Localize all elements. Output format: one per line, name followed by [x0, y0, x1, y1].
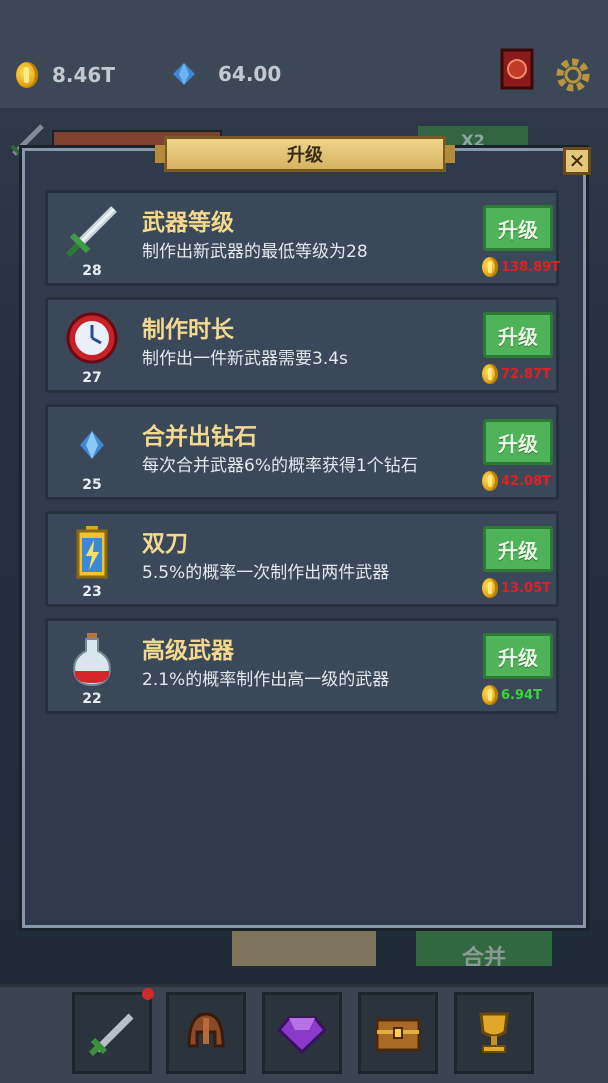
- gem-icon: [276, 1016, 328, 1055]
- close-button[interactable]: ✕: [563, 147, 591, 175]
- coin-icon: [16, 62, 38, 88]
- coin-icon: [482, 578, 498, 598]
- coin-icon: [482, 364, 498, 384]
- notification-dot: [142, 988, 154, 1000]
- upgrade-row-weapon-level: 28 武器等级 制作出新武器的最低等级为28 升级 138.89T: [45, 190, 560, 286]
- upgrade-name: 双刀: [142, 531, 188, 557]
- upgrade-desc: 5.5%的概率一次制作出两件武器: [142, 563, 390, 583]
- upgrade-button[interactable]: 升级: [483, 633, 553, 679]
- helmet-icon: [187, 1012, 225, 1048]
- sword-icon: [62, 201, 122, 261]
- upgrade-desc: 制作出新武器的最低等级为28: [142, 242, 368, 262]
- upgrade-name: 高级武器: [142, 638, 234, 664]
- upgrade-button[interactable]: 升级: [483, 205, 553, 251]
- upgrade-button[interactable]: 升级: [483, 526, 553, 572]
- upgrade-level: 27: [82, 370, 102, 386]
- dialog-title: 升级: [155, 136, 455, 172]
- upgrade-desc: 制作出一件新武器需要3.4s: [142, 349, 348, 369]
- close-icon: ✕: [568, 149, 586, 173]
- merge-button[interactable]: 合并: [416, 922, 552, 966]
- nav-trophy[interactable]: [454, 992, 534, 1074]
- upgrade-level: 25: [82, 477, 102, 493]
- coin-icon: [482, 471, 498, 491]
- coin-counter: 8.46T: [16, 62, 115, 88]
- nav-gems[interactable]: [262, 992, 342, 1074]
- chest-icon: [375, 1018, 421, 1052]
- nav-armor[interactable]: [166, 992, 246, 1074]
- nav-chest[interactable]: [358, 992, 438, 1074]
- coin-amount: 8.46T: [52, 63, 115, 87]
- gem-amount: 64.00: [218, 62, 282, 86]
- upgrade-name: 武器等级: [142, 210, 234, 236]
- upgrade-row-advanced-weapon: 22 高级武器 2.1%的概率制作出高一级的武器 升级 6.94T: [45, 618, 559, 714]
- trophy-icon: [479, 1012, 509, 1053]
- potion-icon: [62, 629, 122, 689]
- upgrade-row-dual-blade: 23 双刀 5.5%的概率一次制作出两件武器 升级 13.05T: [45, 511, 559, 607]
- upgrade-cost: 13.05T: [482, 578, 551, 598]
- settings-gear-icon[interactable]: [554, 56, 592, 94]
- upgrade-level: 28: [82, 263, 102, 279]
- cost-value: 138.89T: [501, 259, 561, 275]
- upgrade-button[interactable]: 升级: [483, 419, 553, 465]
- upgrade-desc: 每次合并武器6%的概率获得1个钻石: [142, 456, 418, 476]
- cost-value: 42.08T: [501, 473, 551, 489]
- diamond-icon: [62, 415, 122, 475]
- upgrade-level: 23: [82, 584, 102, 600]
- sword-icon: [88, 1013, 134, 1057]
- nav-weapons[interactable]: [72, 992, 152, 1074]
- clock-icon: [62, 308, 122, 368]
- cost-value: 6.94T: [501, 687, 542, 703]
- spellbook-icon[interactable]: [500, 48, 534, 90]
- upgrade-cost: 6.94T: [482, 685, 542, 705]
- upgrade-name: 合并出钻石: [142, 424, 257, 450]
- coin-icon: [482, 685, 498, 705]
- cost-value: 72.87T: [501, 366, 551, 382]
- upgrade-name: 制作时长: [142, 317, 234, 343]
- upgrade-cost: 42.08T: [482, 471, 551, 491]
- gem-counter: 64.00: [172, 62, 281, 86]
- battery-icon: [62, 522, 122, 582]
- merge-label: 合并: [461, 946, 506, 966]
- upgrade-cost: 138.89T: [482, 257, 560, 277]
- craft-button[interactable]: [232, 922, 376, 966]
- upgrade-cost: 72.87T: [482, 364, 551, 384]
- upgrade-row-craft-time: 27 制作时长 制作出一件新武器需要3.4s 升级 72.87T: [45, 297, 559, 393]
- gem-icon: [173, 63, 195, 85]
- upgrade-row-merge-diamond: 25 合并出钻石 每次合并武器6%的概率获得1个钻石 升级 42.08T: [45, 404, 559, 500]
- upgrade-level: 22: [82, 691, 102, 707]
- upgrade-desc: 2.1%的概率制作出高一级的武器: [142, 670, 390, 690]
- coin-icon: [482, 257, 498, 277]
- cost-value: 13.05T: [501, 580, 551, 596]
- boost-label: X2: [461, 130, 485, 150]
- upgrade-button[interactable]: 升级: [483, 312, 553, 358]
